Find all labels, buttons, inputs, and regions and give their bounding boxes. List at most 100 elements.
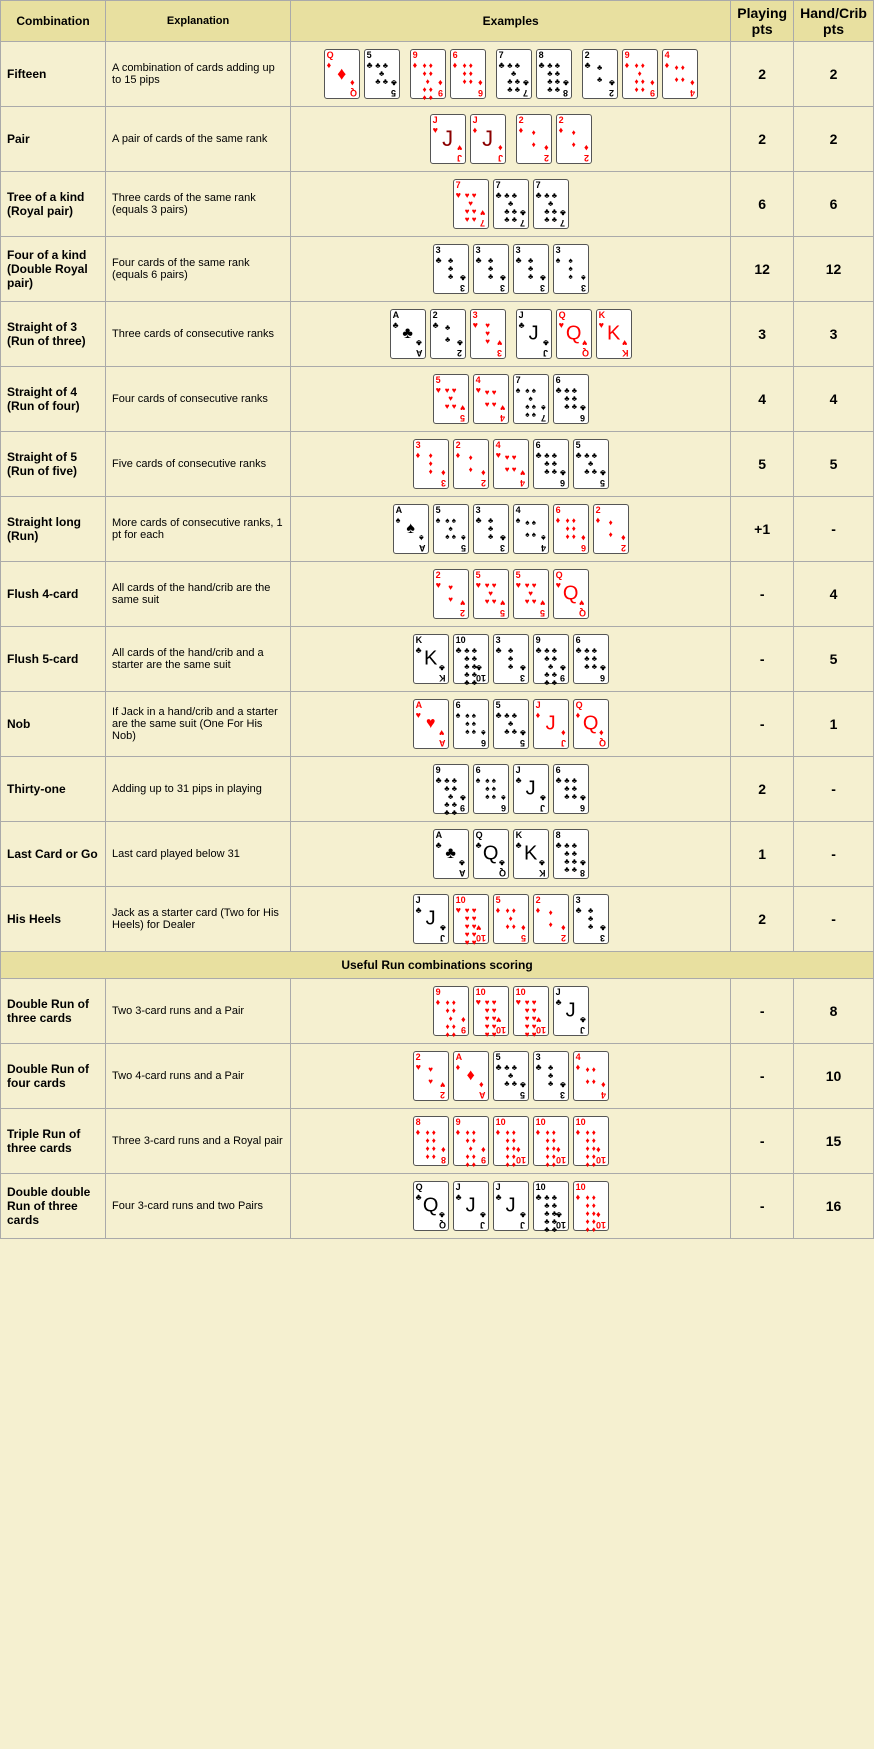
handcrib-pts-double-run-3: 8 (794, 979, 874, 1044)
section-header-text: Useful Run combinations scoring (1, 952, 874, 979)
card-group-q5: Q♦ ♦ Q♦ 5♣ ♣ ♣ ♣ ♣ ♣ 5♣ (323, 48, 401, 100)
card-2-diamonds-long: 2♦ ♦ ♦ 2♦ (593, 504, 629, 554)
handcrib-pts-double-double-run-3: 16 (794, 1174, 874, 1239)
row-nob: Nob If Jack in a hand/crib and a starter… (1, 692, 874, 757)
examples-three-of-a-kind: 7♥ ♥ ♥ ♥ ♥ ♥ ♥ ♥ 7♥ 7♣ (291, 172, 731, 237)
card-jack-clubs-dr3: J♣ J J♣ (553, 986, 589, 1036)
explanation-double-run-3: Two 3-card runs and a Pair (106, 979, 291, 1044)
card-9-diamonds-2: 9♦ ♦ ♦ ♦ ♦ ♦ ♦ ♦ 9♦ (622, 49, 658, 99)
playing-pts-double-double-run-3: - (731, 1174, 794, 1239)
explanation-straight-3: Three cards of consecutive ranks (106, 302, 291, 367)
explanation-pair: A pair of cards of the same rank (106, 107, 291, 172)
card-3-diamonds-run: 3♦ ♦ ♦ ♦ 3♦ (413, 439, 449, 489)
explanation-flush-4: All cards of the hand/crib are the same … (106, 562, 291, 627)
row-double-run-3: Double Run of three cards Two 3-card run… (1, 979, 874, 1044)
examples-triple-run-3: 8♦ ♦ ♦ ♦ ♦ ♦ ♦ ♦ ♦ 8♦ 9♦ (291, 1109, 731, 1174)
card-group-flush5: K♣ K K♣ 10♣ ♣ ♣ ♣ ♣ ♣ ♣ ♣ ♣ ♣ ♣ (412, 633, 610, 685)
section-header-useful-runs: Useful Run combinations scoring (1, 952, 874, 979)
handcrib-pts-fifteen: 2 (794, 42, 874, 107)
card-10-diamonds-tr3-3: 10♦ ♦ ♦ ♦ ♦ ♦ ♦ ♦ ♦ ♦ ♦ 10♦ (573, 1116, 609, 1166)
card-queen-clubs-lc: Q♣ Q Q♣ (473, 829, 509, 879)
card-7-clubs-2: 7♣ ♣ ♣ ♣ ♣ ♣ ♣ ♣ 7♣ (493, 179, 529, 229)
card-king-clubs-lc: K♣ K K♣ (513, 829, 549, 879)
card-ace-spades: A♠ ♠ A♠ (393, 504, 429, 554)
card-9-diamonds-tr3: 9♦ ♦ ♦ ♦ ♦ ♦ ♦ ♦ ♦ ♦ 9♦ (453, 1116, 489, 1166)
card-7-spades-run: 7♠ ♠ ♠ ♠ ♠ ♠ ♠ ♠ 7♠ (513, 374, 549, 424)
card-ace-diamonds-dr4: A♦ ♦ A♦ (453, 1051, 489, 1101)
playing-pts-double-run-4: - (731, 1044, 794, 1109)
card-group-96: 9♦ ♦ ♦ ♦ ♦ ♦ ♦ ♦ ♦ ♦ 9♦ 6♦ (409, 48, 487, 100)
combination-three-of-a-kind: Tree of a kind (Royal pair) (1, 172, 106, 237)
row-flush-5: Flush 5-card All cards of the hand/crib … (1, 627, 874, 692)
card-2-diamonds-hh: 2♦ ♦ ♦ 2♦ (533, 894, 569, 944)
combination-thirty-one: Thirty-one (1, 757, 106, 822)
card-queen-diamonds-nob: Q♦ Q Q♦ (573, 699, 609, 749)
card-5-clubs-dr4: 5♣ ♣ ♣ ♣ ♣ ♣ 5♣ (493, 1051, 529, 1101)
combination-fifteen: Fifteen (1, 42, 106, 107)
handcrib-pts-his-heels: - (794, 887, 874, 952)
card-3-spades: 3♠ ♠ ♠ ♠ 3♠ (553, 244, 589, 294)
card-ace-clubs: A♣ ♣ A♣ (390, 309, 426, 359)
card-10-clubs-flush: 10♣ ♣ ♣ ♣ ♣ ♣ ♣ ♣ ♣ ♣ ♣ 10♣ (453, 634, 489, 684)
playing-pts-flush-4: - (731, 562, 794, 627)
handcrib-pts-double-run-4: 10 (794, 1044, 874, 1109)
card-5-hearts-flush: 5♥ ♥ ♥ ♥ ♥ ♥ 5♥ (473, 569, 509, 619)
combination-nob: Nob (1, 692, 106, 757)
playing-pts-straight-5: 5 (731, 432, 794, 497)
card-5-diamonds-hh: 5♦ ♦ ♦ ♦ ♦ ♦ 5♦ (493, 894, 529, 944)
playing-pts-four-of-a-kind: 12 (731, 237, 794, 302)
card-10-hearts-hh: 10♥ ♥ ♥ ♥ ♥ ♥ ♥ ♥ ♥ ♥ ♥ 10♥ (453, 894, 489, 944)
combination-straight-long: Straight long (Run) (1, 497, 106, 562)
examples-flush-4: 2♥ ♥ ♥ 2♥ 5♥ ♥ ♥ ♥ ♥ (291, 562, 731, 627)
header-hand-crib-pts: Hand/Crib pts (794, 1, 874, 42)
handcrib-pts-three-of-a-kind: 6 (794, 172, 874, 237)
combination-double-run-3: Double Run of three cards (1, 979, 106, 1044)
playing-pts-flush-5: - (731, 627, 794, 692)
header-combination: Combination (1, 1, 106, 42)
card-5-spades: 5♣ ♣ ♣ ♣ ♣ ♣ 5♣ (364, 49, 400, 99)
playing-pts-fifteen: 2 (731, 42, 794, 107)
examples-his-heels: J♣ J J♣ 10♥ ♥ ♥ ♥ ♥ ♥ ♥ ♥ ♥ ♥ ♥ (291, 887, 731, 952)
card-2-diamonds: 2♦ ♦ ♦ 2♦ (516, 114, 552, 164)
card-10-diamonds-tr3-2: 10♦ ♦ ♦ ♦ ♦ ♦ ♦ ♦ ♦ ♦ ♦ 10♦ (533, 1116, 569, 1166)
explanation-thirty-one: Adding up to 31 pips in playing (106, 757, 291, 822)
handcrib-pts-four-of-a-kind: 12 (794, 237, 874, 302)
card-queen-clubs-ddr3: Q♣ Q Q♣ (413, 1181, 449, 1231)
card-5-hearts-flush-2: 5♥ ♥ ♥ ♥ ♥ ♥ 5♥ (513, 569, 549, 619)
handcrib-pts-flush-5: 5 (794, 627, 874, 692)
card-2-diamonds-run: 2♦ ♦ ♦ 2♦ (453, 439, 489, 489)
card-group-ddrn3: Q♣ Q Q♣ J♣ J J♣ J♣ J J♣ (412, 1180, 610, 1232)
card-8-diamonds-tr3: 8♦ ♦ ♦ ♦ ♦ ♦ ♦ ♦ ♦ 8♦ (413, 1116, 449, 1166)
card-5-clubs-run: 5♣ ♣ ♣ ♣ ♣ ♣ 5♣ (573, 439, 609, 489)
card-group-5476: 5♥ ♥ ♥ ♥ ♥ ♥ 5♥ 4♥ ♥ ♥ (432, 373, 590, 425)
card-7-clubs: 7♣ ♣ ♣ ♣ ♣ ♣ ♣ ♣ 7♣ (496, 49, 532, 99)
scoring-table: Combination Explanation Examples Playing… (0, 0, 874, 1239)
card-6-clubs-31: 6♣ ♣ ♣ ♣ ♣ ♣ ♣ 6♣ (553, 764, 589, 814)
card-6-diamonds-long: 6♦ ♦ ♦ ♦ ♦ ♦ ♦ 6♦ (553, 504, 589, 554)
explanation-last-card: Last card played below 31 (106, 822, 291, 887)
card-9-diamonds-dr3: 9♦ ♦ ♦ ♦ ♦ ♦ ♦ ♦ ♦ ♦ 9♦ (433, 986, 469, 1036)
card-6-clubs-run: 6♣ ♣ ♣ ♣ ♣ ♣ ♣ 6♣ (553, 374, 589, 424)
card-group-32456: 3♦ ♦ ♦ ♦ 3♦ 2♦ ♦ ♦ (412, 438, 610, 490)
examples-nob: A♥ ♥ A♥ 6♠ ♠ ♠ ♠ ♠ ♠ ♠ 6♠ (291, 692, 731, 757)
combination-four-of-a-kind: Four of a kind (Double Royal pair) (1, 237, 106, 302)
card-ace-clubs-lc: A♣ ♣ A♣ (433, 829, 469, 879)
playing-pts-straight-long: +1 (731, 497, 794, 562)
handcrib-pts-straight-long: - (794, 497, 874, 562)
header-examples: Examples (291, 1, 731, 42)
card-3-clubs-flush: 3♣ ♣ ♣ ♣ 3♣ (493, 634, 529, 684)
row-triple-run-3: Triple Run of three cards Three 3-card r… (1, 1109, 874, 1174)
combination-last-card: Last Card or Go (1, 822, 106, 887)
card-10-diamonds-ddr3: 10♦ ♦ ♦ ♦ ♦ ♦ ♦ ♦ ♦ ♦ ♦ 10♦ (573, 1181, 609, 1231)
card-group-31: 9♣ ♣ ♣ ♣ ♣ ♣ ♣ ♣ ♣ ♣ 9♣ 6♠ (432, 763, 590, 815)
card-4-hearts-run2: 4♥ ♥ ♥ ♥ ♥ 4♥ (493, 439, 529, 489)
combination-his-heels: His Heels (1, 887, 106, 952)
handcrib-pts-straight-3: 3 (794, 302, 874, 367)
card-queen-hearts-flush: Q♥ Q Q♥ (553, 569, 589, 619)
card-group-78: 7♣ ♣ ♣ ♣ ♣ ♣ ♣ ♣ 7♣ 8♣ (495, 48, 573, 100)
card-6-spades-31: 6♠ ♠ ♠ ♠ ♠ ♠ ♠ 6♠ (473, 764, 509, 814)
card-3-clubs-b: 3♣ ♣ ♣ ♣ 3♣ (473, 244, 509, 294)
row-straight-4: Straight of 4 (Run of four) Four cards o… (1, 367, 874, 432)
handcrib-pts-last-card: - (794, 822, 874, 887)
combination-triple-run-3: Triple Run of three cards (1, 1109, 106, 1174)
